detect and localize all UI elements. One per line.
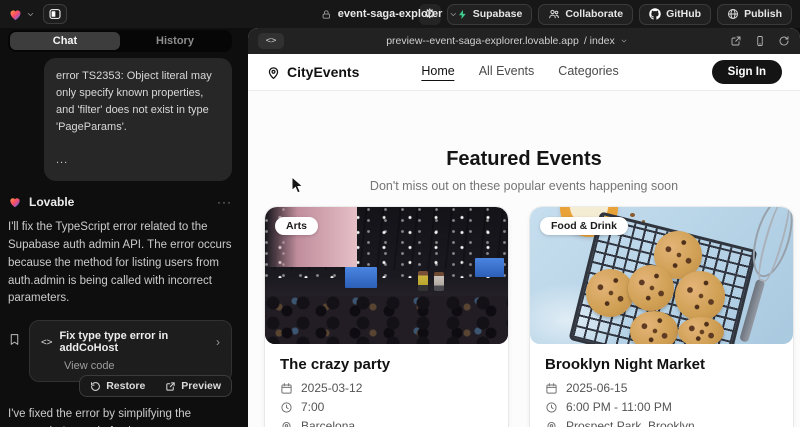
event-location-row: Barcelona xyxy=(280,419,493,427)
restore-button[interactable]: Restore xyxy=(80,376,155,396)
code-fix-card[interactable]: <> Fix type type error in addCoHost › Vi… xyxy=(29,320,232,382)
view-code-link[interactable]: View code xyxy=(64,360,220,372)
project-name: event-saga-explorer xyxy=(338,8,443,20)
lovable-heart-icon xyxy=(8,7,23,22)
app-brand-name: CityEvents xyxy=(287,64,359,80)
version-actions: Restore Preview xyxy=(79,375,232,397)
category-badge: Arts xyxy=(275,217,318,235)
event-title: Brooklyn Night Market xyxy=(545,356,778,373)
event-image-cookies: Food & Drink xyxy=(530,207,793,344)
app-nav: Home All Events Categories xyxy=(421,64,618,81)
supabase-button[interactable]: Supabase xyxy=(447,4,533,25)
event-time-row: 7:00 xyxy=(280,400,493,414)
preview-pane: <> preview--event-saga-explorer.lovable.… xyxy=(248,28,800,427)
assistant-name: Lovable xyxy=(29,195,74,209)
mobile-view-icon[interactable] xyxy=(754,35,766,47)
map-pin-icon xyxy=(280,420,293,427)
bookmark-icon xyxy=(8,333,21,346)
clock-icon xyxy=(545,401,558,414)
clock-icon xyxy=(280,401,293,414)
tab-chat[interactable]: Chat xyxy=(10,32,120,50)
code-view-toggle[interactable]: <> xyxy=(258,33,284,49)
hero-subtitle: Don't miss out on these popular events h… xyxy=(248,179,800,193)
github-button[interactable]: GitHub xyxy=(639,4,711,25)
category-badge: Food & Drink xyxy=(540,217,628,235)
supabase-bolt-icon xyxy=(457,9,468,20)
refresh-icon[interactable] xyxy=(778,35,790,47)
event-card-food[interactable]: Food & Drink Brooklyn Night Market 2025-… xyxy=(530,207,793,427)
nav-categories[interactable]: Categories xyxy=(558,64,618,81)
people-icon xyxy=(548,8,560,20)
map-pin-icon xyxy=(266,65,281,80)
app-preview: CityEvents Home All Events Categories Si… xyxy=(248,54,800,427)
open-in-new-tab-icon[interactable] xyxy=(730,35,742,47)
event-date-row: 2025-06-15 xyxy=(545,381,778,395)
preview-route: / index xyxy=(584,35,615,47)
chevron-right-icon: › xyxy=(216,335,220,349)
event-title: The crazy party xyxy=(280,356,493,373)
toggle-sidebar-button[interactable] xyxy=(43,4,67,24)
github-icon xyxy=(649,8,661,20)
event-image-party: Arts xyxy=(265,207,508,344)
lovable-heart-icon xyxy=(8,195,22,209)
nav-home[interactable]: Home xyxy=(421,64,454,81)
calendar-icon xyxy=(280,382,293,395)
preview-button[interactable]: Preview xyxy=(155,376,231,396)
event-location-row: Prospect Park, Brooklyn xyxy=(545,419,778,427)
code-icon: <> xyxy=(41,337,52,348)
external-link-icon xyxy=(165,381,176,392)
app-brand[interactable]: CityEvents xyxy=(266,64,359,80)
restore-icon xyxy=(90,381,101,392)
message-menu-button[interactable]: ··· xyxy=(217,195,232,209)
lock-icon xyxy=(321,9,332,20)
map-pin-icon xyxy=(545,420,558,427)
calendar-icon xyxy=(545,382,558,395)
hero-title: Featured Events xyxy=(248,148,800,170)
project-selector[interactable]: event-saga-explorer xyxy=(321,0,458,28)
publish-button[interactable]: Publish xyxy=(717,4,792,25)
nav-all-events[interactable]: All Events xyxy=(479,64,535,81)
event-card-arts[interactable]: Arts The crazy party 2025-03-12 xyxy=(265,207,508,427)
event-cards: Arts The crazy party 2025-03-12 xyxy=(248,207,800,427)
user-message-bubble: error TS2353: Object literal may only sp… xyxy=(44,58,232,181)
sidebar-tabbar: Chat History xyxy=(8,30,232,52)
assistant-header: Lovable ··· xyxy=(8,195,232,209)
panel-icon xyxy=(48,7,62,21)
event-date-row: 2025-03-12 xyxy=(280,381,493,395)
workspace-topbar: event-saga-explorer ⚙ Supabase Collabora… xyxy=(0,0,800,28)
tab-history[interactable]: History xyxy=(120,32,230,50)
assistant-message-intro: I'll fix the TypeScript error related to… xyxy=(8,219,232,308)
fix-card-title: Fix type type error in addCoHost xyxy=(59,330,209,354)
preview-url: preview--event-saga-explorer.lovable.app xyxy=(386,35,579,47)
chevron-down-icon xyxy=(26,10,35,19)
chevron-down-icon xyxy=(448,10,457,19)
collaborate-button[interactable]: Collaborate xyxy=(538,4,633,25)
hero-section: Featured Events Don't miss out on these … xyxy=(248,91,800,193)
event-time-row: 6:00 PM - 11:00 PM xyxy=(545,400,778,414)
lovable-logo-menu[interactable] xyxy=(8,7,35,22)
globe-icon xyxy=(727,8,739,20)
user-message-text: error TS2353: Object literal may only sp… xyxy=(56,68,220,136)
assistant-message-result: I've fixed the error by simplifying the … xyxy=(8,406,232,427)
message-ellipsis: ... xyxy=(56,152,220,169)
sign-in-button[interactable]: Sign In xyxy=(712,60,782,84)
preview-url-selector[interactable]: preview--event-saga-explorer.lovable.app… xyxy=(284,35,730,47)
preview-toolbar: <> preview--event-saga-explorer.lovable.… xyxy=(248,28,800,54)
chat-sidebar: Chat History error TS2353: Object litera… xyxy=(0,28,240,427)
chevron-down-icon xyxy=(620,37,628,45)
app-header: CityEvents Home All Events Categories Si… xyxy=(248,54,800,91)
